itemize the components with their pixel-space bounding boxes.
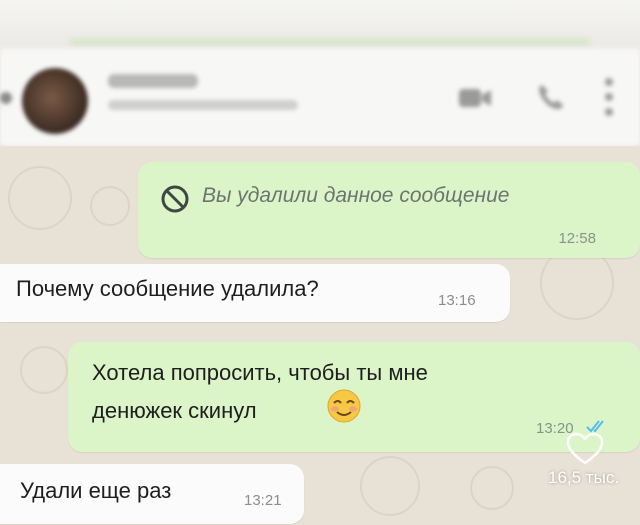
contact-name[interactable]	[108, 74, 198, 88]
wallpaper-doodle	[470, 466, 514, 510]
video-call-icon[interactable]	[458, 86, 492, 110]
top-frame	[0, 0, 640, 48]
message-text: Удали еще раз	[20, 478, 172, 503]
message-incoming[interactable]: Почему сообщение удалила? 13:16	[0, 264, 510, 322]
message-text-line: Хотела попросить, чтобы ты мне	[92, 360, 428, 385]
message-text: Почему сообщение удалила?	[16, 276, 319, 301]
frame-bar	[70, 38, 590, 47]
likes-count: 16,5 тыс.	[548, 468, 620, 487]
contact-status	[108, 100, 298, 110]
message-text: Вы удалили данное сообщение	[202, 184, 510, 207]
back-icon[interactable]	[0, 92, 12, 104]
chat-area[interactable]: Вы удалили данное сообщение 12:58 Почему…	[0, 146, 640, 525]
message-time: 13:16	[438, 292, 476, 309]
message-deleted[interactable]: Вы удалили данное сообщение 12:58	[138, 162, 640, 258]
message-outgoing[interactable]: Хотела попросить, чтобы ты мне денюжек с…	[68, 342, 640, 452]
message-time: 12:58	[558, 230, 596, 247]
avatar[interactable]	[22, 68, 88, 134]
ban-icon	[161, 185, 189, 213]
wallpaper-doodle	[8, 166, 72, 230]
chat-header	[0, 48, 640, 146]
message-incoming[interactable]: Удали еще раз 13:21	[0, 464, 304, 524]
wallpaper-doodle	[360, 456, 420, 516]
wallpaper-doodle	[20, 346, 68, 394]
message-time: 13:21	[244, 492, 282, 509]
menu-icon[interactable]	[604, 76, 614, 118]
heart-icon[interactable]	[566, 432, 604, 466]
wallpaper-doodle	[90, 186, 130, 226]
phone-call-icon[interactable]	[536, 82, 566, 112]
smiling-face-icon	[327, 389, 361, 423]
